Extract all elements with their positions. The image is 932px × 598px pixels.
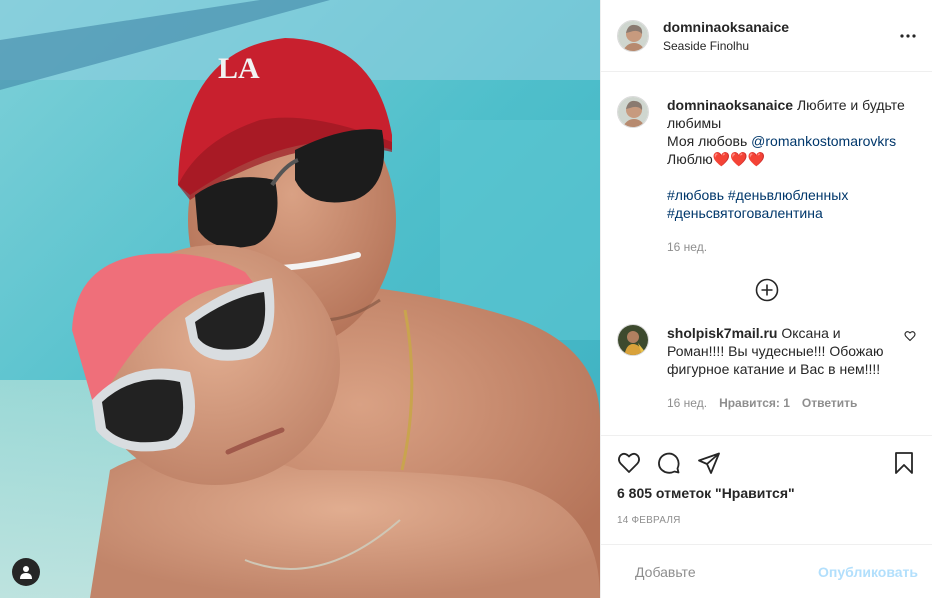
comment-time[interactable]: 16 нед. [667,394,707,412]
comment-input[interactable] [633,562,819,581]
instagram-post: LA domninaoksanaice Seaside Finolhu domn… [0,0,932,598]
comments-list[interactable]: domninaoksanaice Любите и будьте любимы … [601,72,932,435]
post-header: domninaoksanaice Seaside Finolhu [601,0,932,72]
more-horizontal-icon [900,34,916,38]
load-more-comments [617,278,916,302]
reply-button[interactable]: Ответить [802,394,857,412]
more-options-button[interactable] [900,22,916,43]
comment-username[interactable]: sholpisk7mail.ru [667,325,777,341]
comment-likes-count[interactable]: Нравится: 1 [719,394,790,412]
tagged-users-button[interactable] [12,558,40,586]
action-bar [601,435,932,489]
comment-text-block: sholpisk7mail.ru Оксана и Роман!!!! Вы ч… [667,324,904,378]
load-more-button[interactable] [755,278,779,302]
comment-icon[interactable] [657,451,681,475]
caption-avatar[interactable] [617,96,649,128]
caption-line2: Моя любовь @romankostomarovkrs [667,132,916,150]
user-icon [20,566,32,579]
hashtag-link[interactable]: #деньсвятоговалентина [667,205,823,221]
caption-line3: Люблю❤️❤️❤️ [667,151,766,167]
caption-line2-prefix: Моя любовь [667,133,752,149]
caption-meta: 16 нед. [667,238,916,256]
caption-username[interactable]: domninaoksanaice [667,97,793,113]
send-icon[interactable] [697,451,721,475]
add-comment-form: Опубликовать [601,544,932,598]
comment-like-icon[interactable] [904,330,916,342]
bookmark-icon[interactable] [892,451,916,475]
comment-body: sholpisk7mail.ru Оксана и Роман!!!! Вы ч… [667,324,916,412]
plus-circle-icon [755,278,778,302]
location-link[interactable]: Seaside Finolhu [663,39,900,53]
svg-text:LA: LA [218,52,260,85]
header-names: domninaoksanaice Seaside Finolhu [663,19,900,53]
post-date[interactable]: 14 ФЕВРАЛЯ [601,515,932,529]
hashtag-link[interactable]: #деньвлюбленных [728,187,848,203]
avatar-image [618,97,648,127]
avatar[interactable] [617,19,649,52]
caption-time[interactable]: 16 нед. [667,238,707,256]
comment-meta: 16 нед. Нравится: 1 Ответить [667,394,916,412]
hashtag-link[interactable]: #любовь [667,187,724,203]
likes-count[interactable]: 6 805 отметок "Нравится" [601,485,932,503]
post-photo[interactable]: LA [0,0,600,598]
mention-link[interactable]: @romankostomarovkrs [751,133,896,149]
heart-icon[interactable] [617,451,641,475]
photo-illustration: LA [0,0,600,598]
username-link[interactable]: domninaoksanaice [663,19,900,35]
post-side-panel: domninaoksanaice Seaside Finolhu domnina… [600,0,932,598]
hashtags: #любовь #деньвлюбленных #деньсвятоговале… [667,186,916,222]
publish-button[interactable]: Опубликовать [818,564,918,580]
commenter-avatar[interactable] [617,324,649,356]
comment-item: sholpisk7mail.ru Оксана и Роман!!!! Вы ч… [617,324,916,412]
caption-text: domninaoksanaice Любите и будьте любимы [667,96,916,132]
caption-body: domninaoksanaice Любите и будьте любимы … [667,96,916,256]
caption: domninaoksanaice Любите и будьте любимы … [617,96,916,256]
avatar-image [618,20,648,51]
avatar-image [618,325,648,355]
